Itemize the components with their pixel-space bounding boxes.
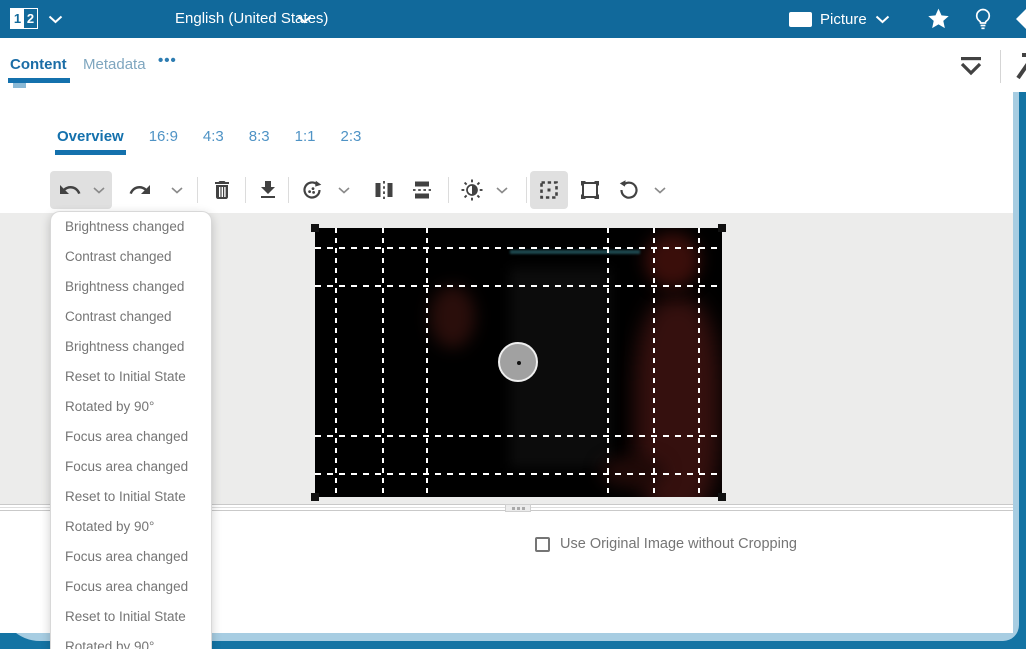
edge-chevron-left-icon[interactable] xyxy=(1016,9,1026,29)
focus-grid-icon[interactable] xyxy=(537,178,561,202)
tab-8-3[interactable]: 8:3 xyxy=(247,115,272,155)
tab-16-9[interactable]: 16:9 xyxy=(147,115,180,155)
tab-4-3[interactable]: 4:3 xyxy=(201,115,226,155)
history-menu-item[interactable]: Focus area changed xyxy=(51,542,211,572)
tab-more[interactable]: ••• xyxy=(158,52,177,69)
history-menu-item[interactable]: Brightness changed xyxy=(51,332,211,362)
toolbar-divider xyxy=(245,177,246,203)
history-menu-item[interactable]: Rotated by 90° xyxy=(51,512,211,542)
grid-line-vertical xyxy=(653,228,655,497)
picture-chevron-down-icon xyxy=(875,15,890,24)
tab-bar: Content Metadata ••• xyxy=(0,38,1026,92)
history-menu-item[interactable]: Reset to Initial State xyxy=(51,482,211,512)
grid-line-vertical xyxy=(382,228,384,497)
grid-line-horizontal xyxy=(315,247,722,249)
tools-icon[interactable] xyxy=(1014,52,1026,80)
tab-metadata[interactable]: Metadata xyxy=(83,56,146,73)
photo-red-area xyxy=(600,456,665,488)
tabbar-divider xyxy=(1000,50,1001,83)
tab-overview[interactable]: Overview xyxy=(55,115,126,155)
toolbar-divider xyxy=(288,177,289,203)
photo-red-area xyxy=(430,286,475,348)
history-menu-item[interactable]: Contrast changed xyxy=(51,242,211,272)
splitter-grip[interactable] xyxy=(505,504,531,512)
use-original-image-label: Use Original Image without Cropping xyxy=(560,536,797,552)
brightness-chevron-down-icon[interactable] xyxy=(496,187,508,194)
history-menu-item[interactable]: Contrast changed xyxy=(51,302,211,332)
grid-line-vertical xyxy=(426,228,428,497)
collapse-icon[interactable] xyxy=(957,54,985,80)
rotate-chevron-down-icon[interactable] xyxy=(654,187,666,194)
undo-chevron-down-icon[interactable] xyxy=(93,187,105,194)
use-original-image-option[interactable]: Use Original Image without Cropping xyxy=(535,536,797,552)
history-menu-item[interactable]: Reset to Initial State xyxy=(51,602,211,632)
reset-rotate-dots-icon[interactable] xyxy=(300,178,324,202)
undo-history-menu: Brightness changed Contrast changed Brig… xyxy=(50,211,212,649)
image-toolbar xyxy=(0,168,1013,212)
redo-chevron-down-icon[interactable] xyxy=(171,187,183,194)
grid-line-vertical xyxy=(698,228,700,497)
reset-chevron-down-icon[interactable] xyxy=(338,187,350,194)
undo-icon[interactable] xyxy=(58,178,82,202)
grid-line-horizontal xyxy=(315,473,722,475)
language-chevron-down-icon[interactable] xyxy=(297,15,312,24)
history-menu-item[interactable]: Brightness changed xyxy=(51,212,211,242)
lightbulb-icon[interactable] xyxy=(971,7,995,32)
history-menu-item[interactable]: Focus area changed xyxy=(51,422,211,452)
use-original-image-checkbox[interactable] xyxy=(535,537,550,552)
ratio-tab-strip: Overview 16:9 4:3 8:3 1:1 2:3 xyxy=(55,115,363,155)
rotate-left-icon[interactable] xyxy=(617,178,641,202)
history-menu-item[interactable]: Rotated by 90° xyxy=(51,392,211,422)
app-header: 1 2 English (United States) Picture xyxy=(0,0,1026,38)
history-menu-item[interactable]: Rotated by 90° xyxy=(51,632,211,649)
toolbar-divider xyxy=(197,177,198,203)
trash-icon[interactable] xyxy=(210,178,234,202)
version-chevron-down-icon[interactable] xyxy=(48,15,63,24)
resize-handle-bottom-left[interactable] xyxy=(311,493,319,501)
toolbar-divider xyxy=(526,177,527,203)
download-icon[interactable] xyxy=(256,178,280,202)
selection-icon[interactable] xyxy=(578,178,602,202)
grid-line-horizontal xyxy=(315,285,722,287)
image-stage[interactable] xyxy=(315,228,722,497)
flip-horizontal-icon[interactable] xyxy=(372,178,396,202)
picture-icon xyxy=(789,12,812,27)
history-menu-item[interactable]: Focus area changed xyxy=(51,452,211,482)
version-number-1: 1 xyxy=(11,9,24,28)
star-icon[interactable] xyxy=(926,7,951,31)
history-menu-item[interactable]: Reset to Initial State xyxy=(51,362,211,392)
resize-handle-top-left[interactable] xyxy=(311,224,319,232)
tab-2-3[interactable]: 2:3 xyxy=(339,115,364,155)
brightness-icon[interactable] xyxy=(460,178,484,202)
history-menu-item[interactable]: Focus area changed xyxy=(51,572,211,602)
photo-teal-line xyxy=(510,250,640,254)
resize-handle-top-right[interactable] xyxy=(718,224,726,232)
version-selector[interactable]: 1 2 xyxy=(10,8,38,29)
grid-line-horizontal xyxy=(315,435,722,437)
tab-1-1[interactable]: 1:1 xyxy=(293,115,318,155)
redo-icon[interactable] xyxy=(128,178,152,202)
version-number-2: 2 xyxy=(24,9,37,28)
grid-line-vertical xyxy=(607,228,609,497)
focus-point-handle[interactable] xyxy=(498,342,538,382)
tab-content[interactable]: Content xyxy=(10,56,67,73)
history-menu-item[interactable]: Brightness changed xyxy=(51,272,211,302)
toolbar-divider xyxy=(448,177,449,203)
item-type-label: Picture xyxy=(820,11,867,28)
media-editor-app: 1 2 English (United States) Picture Cont… xyxy=(0,0,1026,649)
focus-point-center-dot xyxy=(517,361,521,365)
item-type-selector[interactable]: Picture xyxy=(789,0,890,38)
grid-line-vertical xyxy=(335,228,337,497)
resize-handle-bottom-right[interactable] xyxy=(718,493,726,501)
flip-vertical-icon[interactable] xyxy=(410,178,434,202)
tab-scrollbar-thumb[interactable] xyxy=(13,83,26,88)
